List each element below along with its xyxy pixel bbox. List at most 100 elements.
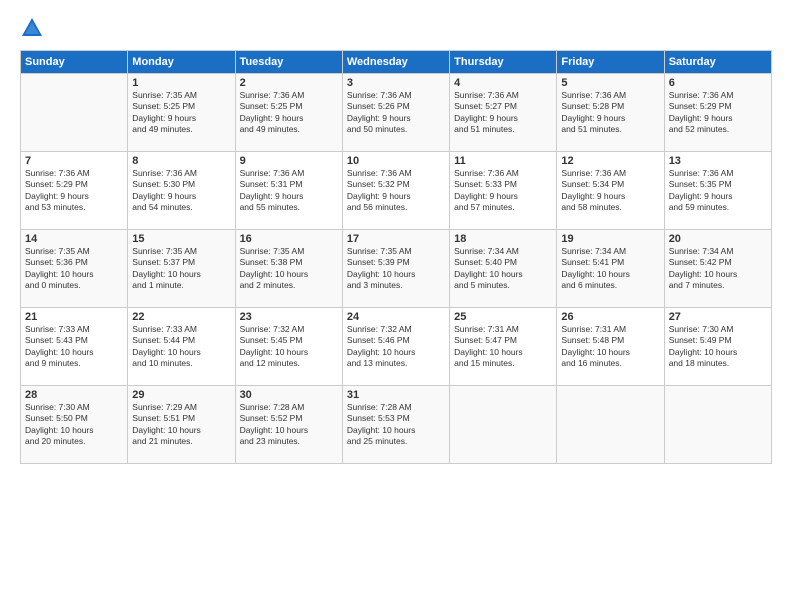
day-cell: 2Sunrise: 7:36 AM Sunset: 5:25 PM Daylig… (235, 74, 342, 152)
day-cell: 10Sunrise: 7:36 AM Sunset: 5:32 PM Dayli… (342, 152, 449, 230)
day-info: Sunrise: 7:35 AM Sunset: 5:38 PM Dayligh… (240, 246, 338, 292)
day-cell: 9Sunrise: 7:36 AM Sunset: 5:31 PM Daylig… (235, 152, 342, 230)
day-header-thursday: Thursday (450, 51, 557, 74)
day-cell: 3Sunrise: 7:36 AM Sunset: 5:26 PM Daylig… (342, 74, 449, 152)
day-number: 23 (240, 311, 338, 323)
day-info: Sunrise: 7:33 AM Sunset: 5:43 PM Dayligh… (25, 324, 123, 370)
day-info: Sunrise: 7:31 AM Sunset: 5:47 PM Dayligh… (454, 324, 552, 370)
day-cell (664, 386, 771, 464)
day-header-friday: Friday (557, 51, 664, 74)
day-info: Sunrise: 7:36 AM Sunset: 5:33 PM Dayligh… (454, 168, 552, 214)
day-header-tuesday: Tuesday (235, 51, 342, 74)
day-info: Sunrise: 7:34 AM Sunset: 5:40 PM Dayligh… (454, 246, 552, 292)
day-cell: 5Sunrise: 7:36 AM Sunset: 5:28 PM Daylig… (557, 74, 664, 152)
day-number: 17 (347, 233, 445, 245)
day-header-wednesday: Wednesday (342, 51, 449, 74)
day-cell: 24Sunrise: 7:32 AM Sunset: 5:46 PM Dayli… (342, 308, 449, 386)
day-cell: 30Sunrise: 7:28 AM Sunset: 5:52 PM Dayli… (235, 386, 342, 464)
day-info: Sunrise: 7:35 AM Sunset: 5:39 PM Dayligh… (347, 246, 445, 292)
day-cell: 6Sunrise: 7:36 AM Sunset: 5:29 PM Daylig… (664, 74, 771, 152)
day-cell: 23Sunrise: 7:32 AM Sunset: 5:45 PM Dayli… (235, 308, 342, 386)
day-info: Sunrise: 7:36 AM Sunset: 5:30 PM Dayligh… (132, 168, 230, 214)
calendar-page: SundayMondayTuesdayWednesdayThursdayFrid… (0, 0, 792, 612)
day-cell: 1Sunrise: 7:35 AM Sunset: 5:25 PM Daylig… (128, 74, 235, 152)
day-header-sunday: Sunday (21, 51, 128, 74)
day-cell: 11Sunrise: 7:36 AM Sunset: 5:33 PM Dayli… (450, 152, 557, 230)
day-number: 4 (454, 77, 552, 89)
day-cell: 26Sunrise: 7:31 AM Sunset: 5:48 PM Dayli… (557, 308, 664, 386)
day-number: 8 (132, 155, 230, 167)
day-info: Sunrise: 7:29 AM Sunset: 5:51 PM Dayligh… (132, 402, 230, 448)
day-number: 20 (669, 233, 767, 245)
day-number: 29 (132, 389, 230, 401)
day-number: 16 (240, 233, 338, 245)
day-cell: 20Sunrise: 7:34 AM Sunset: 5:42 PM Dayli… (664, 230, 771, 308)
day-number: 25 (454, 311, 552, 323)
day-cell: 28Sunrise: 7:30 AM Sunset: 5:50 PM Dayli… (21, 386, 128, 464)
day-info: Sunrise: 7:35 AM Sunset: 5:36 PM Dayligh… (25, 246, 123, 292)
week-row-3: 14Sunrise: 7:35 AM Sunset: 5:36 PM Dayli… (21, 230, 772, 308)
day-cell (450, 386, 557, 464)
calendar-table: SundayMondayTuesdayWednesdayThursdayFrid… (20, 50, 772, 464)
week-row-5: 28Sunrise: 7:30 AM Sunset: 5:50 PM Dayli… (21, 386, 772, 464)
day-number: 13 (669, 155, 767, 167)
day-info: Sunrise: 7:32 AM Sunset: 5:45 PM Dayligh… (240, 324, 338, 370)
day-number: 27 (669, 311, 767, 323)
day-info: Sunrise: 7:36 AM Sunset: 5:32 PM Dayligh… (347, 168, 445, 214)
day-info: Sunrise: 7:34 AM Sunset: 5:42 PM Dayligh… (669, 246, 767, 292)
day-info: Sunrise: 7:28 AM Sunset: 5:52 PM Dayligh… (240, 402, 338, 448)
day-number: 7 (25, 155, 123, 167)
logo-icon (20, 16, 44, 40)
day-number: 31 (347, 389, 445, 401)
day-info: Sunrise: 7:30 AM Sunset: 5:49 PM Dayligh… (669, 324, 767, 370)
day-number: 6 (669, 77, 767, 89)
day-info: Sunrise: 7:35 AM Sunset: 5:25 PM Dayligh… (132, 90, 230, 136)
day-info: Sunrise: 7:30 AM Sunset: 5:50 PM Dayligh… (25, 402, 123, 448)
day-cell: 15Sunrise: 7:35 AM Sunset: 5:37 PM Dayli… (128, 230, 235, 308)
day-number: 24 (347, 311, 445, 323)
day-info: Sunrise: 7:36 AM Sunset: 5:28 PM Dayligh… (561, 90, 659, 136)
day-number: 21 (25, 311, 123, 323)
day-info: Sunrise: 7:36 AM Sunset: 5:27 PM Dayligh… (454, 90, 552, 136)
day-info: Sunrise: 7:33 AM Sunset: 5:44 PM Dayligh… (132, 324, 230, 370)
day-info: Sunrise: 7:32 AM Sunset: 5:46 PM Dayligh… (347, 324, 445, 370)
day-header-monday: Monday (128, 51, 235, 74)
day-number: 3 (347, 77, 445, 89)
day-number: 28 (25, 389, 123, 401)
day-number: 11 (454, 155, 552, 167)
day-number: 5 (561, 77, 659, 89)
day-number: 26 (561, 311, 659, 323)
day-cell: 25Sunrise: 7:31 AM Sunset: 5:47 PM Dayli… (450, 308, 557, 386)
day-cell: 31Sunrise: 7:28 AM Sunset: 5:53 PM Dayli… (342, 386, 449, 464)
week-row-4: 21Sunrise: 7:33 AM Sunset: 5:43 PM Dayli… (21, 308, 772, 386)
day-number: 9 (240, 155, 338, 167)
day-cell: 12Sunrise: 7:36 AM Sunset: 5:34 PM Dayli… (557, 152, 664, 230)
day-cell: 21Sunrise: 7:33 AM Sunset: 5:43 PM Dayli… (21, 308, 128, 386)
day-number: 22 (132, 311, 230, 323)
day-number: 12 (561, 155, 659, 167)
day-cell: 27Sunrise: 7:30 AM Sunset: 5:49 PM Dayli… (664, 308, 771, 386)
day-info: Sunrise: 7:35 AM Sunset: 5:37 PM Dayligh… (132, 246, 230, 292)
day-cell: 17Sunrise: 7:35 AM Sunset: 5:39 PM Dayli… (342, 230, 449, 308)
day-header-saturday: Saturday (664, 51, 771, 74)
day-cell: 19Sunrise: 7:34 AM Sunset: 5:41 PM Dayli… (557, 230, 664, 308)
day-info: Sunrise: 7:36 AM Sunset: 5:25 PM Dayligh… (240, 90, 338, 136)
day-cell: 8Sunrise: 7:36 AM Sunset: 5:30 PM Daylig… (128, 152, 235, 230)
week-row-1: 1Sunrise: 7:35 AM Sunset: 5:25 PM Daylig… (21, 74, 772, 152)
day-info: Sunrise: 7:31 AM Sunset: 5:48 PM Dayligh… (561, 324, 659, 370)
day-number: 19 (561, 233, 659, 245)
day-info: Sunrise: 7:36 AM Sunset: 5:29 PM Dayligh… (25, 168, 123, 214)
day-number: 14 (25, 233, 123, 245)
day-info: Sunrise: 7:36 AM Sunset: 5:29 PM Dayligh… (669, 90, 767, 136)
header-row: SundayMondayTuesdayWednesdayThursdayFrid… (21, 51, 772, 74)
day-cell: 14Sunrise: 7:35 AM Sunset: 5:36 PM Dayli… (21, 230, 128, 308)
day-number: 18 (454, 233, 552, 245)
day-info: Sunrise: 7:28 AM Sunset: 5:53 PM Dayligh… (347, 402, 445, 448)
day-cell: 13Sunrise: 7:36 AM Sunset: 5:35 PM Dayli… (664, 152, 771, 230)
day-info: Sunrise: 7:36 AM Sunset: 5:35 PM Dayligh… (669, 168, 767, 214)
day-info: Sunrise: 7:36 AM Sunset: 5:26 PM Dayligh… (347, 90, 445, 136)
day-number: 30 (240, 389, 338, 401)
day-cell: 18Sunrise: 7:34 AM Sunset: 5:40 PM Dayli… (450, 230, 557, 308)
day-cell (557, 386, 664, 464)
day-cell: 16Sunrise: 7:35 AM Sunset: 5:38 PM Dayli… (235, 230, 342, 308)
